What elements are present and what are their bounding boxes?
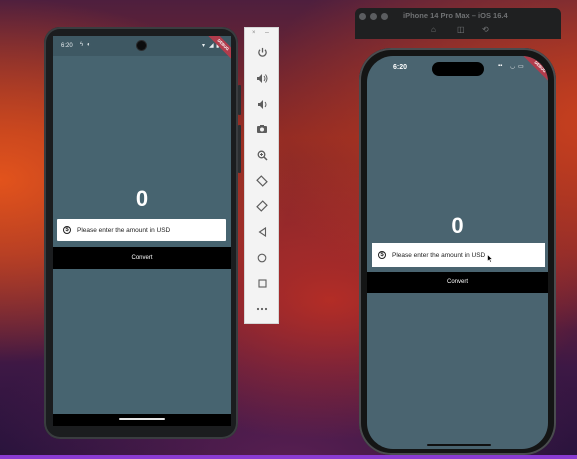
sim-screenshot-icon[interactable]: ◫ [457,25,465,34]
toolbar-close-icon[interactable]: × [252,30,256,36]
android-converted-amount: 0 [135,186,149,211]
dock-edge [0,455,577,459]
camera-icon[interactable] [251,120,273,138]
android-camera-cutout [137,41,146,50]
ios-dynamic-island [432,62,484,76]
android-usd-input[interactable]: $ Please enter the amount in USD [57,219,226,241]
android-nav-bar [53,414,231,426]
rotate-right-icon[interactable] [251,197,273,215]
android-volume-hw-button [238,125,241,173]
android-signal-icon: ◢ [209,43,214,49]
android-wifi-icon: ▾ [202,43,206,49]
android-screen: 6:20 ϟ ◐ ▾ ◢ ▮ DEBUG 0 $ Please enter th… [53,36,231,426]
power-icon[interactable] [251,43,273,61]
sim-rotate-icon[interactable]: ⟲ [482,25,489,34]
toolbar-window-controls: × – [245,28,278,40]
ios-battery-icon: ▭ [518,64,524,70]
ios-usd-input[interactable]: $ Please enter the amount in USD [372,243,545,267]
dollar-icon: $ [378,251,386,259]
ios-convert-button[interactable]: Convert [367,272,548,293]
ios-status-time: 6:20 [393,64,408,71]
android-status-time: 6:20 [61,43,73,49]
android-sync-icon: ◐ [87,42,91,48]
more-icon[interactable] [251,300,273,318]
ios-wifi-icon: ◡ [510,64,516,70]
ios-usd-input-placeholder: Please enter the amount in USD [392,251,486,259]
android-usd-input-placeholder: Please enter the amount in USD [77,226,171,234]
simulator-title-bar: iPhone 14 Pro Max – iOS 16.4 ⌂ ◫ ⟲ [355,8,561,39]
toolbar-minimize-icon[interactable]: – [265,29,269,36]
simulator-window-title: iPhone 14 Pro Max – iOS 16.4 [403,11,508,20]
rotate-left-icon[interactable] [251,172,273,190]
ios-screen: 6:20 ▪▪ ◡ ▭ DEBUG 0 $ Please enter the a… [367,56,548,449]
android-gesture-handle[interactable] [119,418,165,420]
zoom-icon[interactable] [251,146,273,164]
android-bolt-icon: ϟ [80,42,84,48]
android-convert-button[interactable]: Convert [53,247,231,269]
dollar-icon: $ [63,226,71,234]
ios-home-indicator[interactable] [427,444,491,446]
sim-home-icon[interactable]: ⌂ [431,25,436,34]
window-minimize-button[interactable] [370,13,377,20]
volume-down-icon[interactable] [251,95,273,113]
overview-icon[interactable] [251,274,273,292]
emulator-toolbar: × – [244,27,279,324]
ios-signal-icon: ▪▪ [498,63,503,69]
back-icon[interactable] [251,223,273,241]
window-close-button[interactable] [359,13,366,20]
home-icon[interactable] [251,249,273,267]
window-zoom-button[interactable] [381,13,388,20]
ios-converted-amount: 0 [451,213,464,238]
android-status-bar: 6:20 ϟ ◐ ▾ ◢ ▮ [53,36,231,56]
volume-up-icon[interactable] [251,69,273,87]
mouse-cursor-icon [487,254,493,263]
android-power-hw-button [238,85,241,115]
